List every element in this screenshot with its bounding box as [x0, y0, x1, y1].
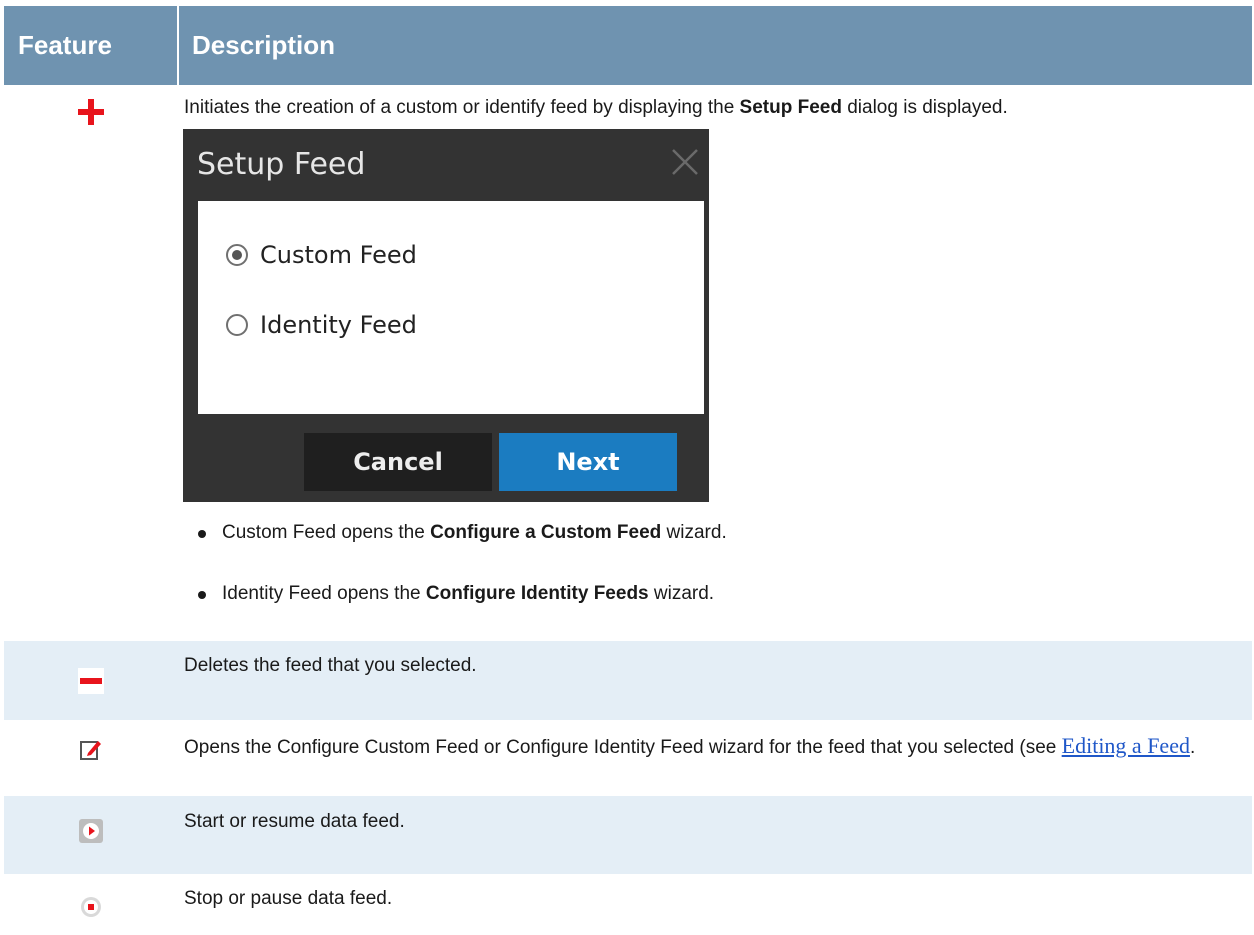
setup-feed-dialog: Setup Feed Custom Feed Identity Feed Can…	[183, 129, 709, 502]
table-row-start: Start or resume data feed.	[4, 796, 1252, 874]
edit-pencil-icon	[79, 738, 103, 770]
add-description: Initiates the creation of a custom or id…	[184, 97, 1008, 118]
stop-description: Stop or pause data feed.	[178, 874, 1252, 935]
table-row-add: Initiates the creation of a custom or id…	[4, 85, 1252, 641]
table-header-row: Feature Description	[4, 6, 1252, 85]
bullet-list: Custom Feed opens the Configure a Custom…	[198, 519, 1244, 607]
add-plus-icon	[78, 99, 104, 133]
list-item: Identity Feed opens the Configure Identi…	[198, 580, 1244, 607]
start-description: Start or resume data feed.	[178, 796, 1252, 874]
delete-description: Deletes the feed that you selected.	[178, 641, 1252, 720]
next-button[interactable]: Next	[499, 433, 677, 491]
edit-description: Opens the Configure Custom Feed or Confi…	[178, 720, 1252, 796]
delete-minus-icon	[78, 668, 104, 702]
stop-icon	[80, 896, 102, 926]
header-description: Description	[177, 6, 1252, 85]
editing-a-feed-link[interactable]: Editing a Feed	[1062, 733, 1190, 758]
custom-feed-label: Custom Feed	[260, 241, 417, 269]
dialog-title: Setup Feed	[197, 147, 366, 182]
close-icon[interactable]	[665, 142, 705, 182]
table-row-delete: Deletes the feed that you selected.	[4, 641, 1252, 720]
feature-table: Feature Description Initiates the creati…	[4, 6, 1252, 935]
identity-feed-label: Identity Feed	[260, 311, 417, 339]
header-feature: Feature	[4, 6, 178, 85]
table-row-edit: Opens the Configure Custom Feed or Confi…	[4, 720, 1252, 796]
list-item: Custom Feed opens the Configure a Custom…	[198, 519, 1244, 546]
play-icon	[79, 819, 103, 851]
identity-feed-option[interactable]: Identity Feed	[226, 307, 417, 343]
dialog-body: Custom Feed Identity Feed	[198, 201, 704, 414]
identity-feed-radio[interactable]	[226, 314, 248, 336]
cancel-button[interactable]: Cancel	[304, 433, 492, 491]
table-row-stop: Stop or pause data feed.	[4, 874, 1252, 935]
custom-feed-option[interactable]: Custom Feed	[226, 237, 417, 273]
custom-feed-radio[interactable]	[226, 244, 248, 266]
